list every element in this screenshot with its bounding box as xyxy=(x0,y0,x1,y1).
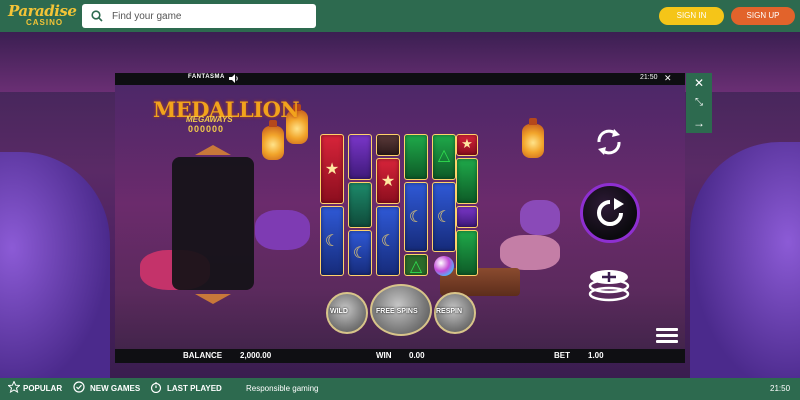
game-subtitle: MEGAWAYS xyxy=(186,115,233,124)
arrow-right-icon[interactable]: → xyxy=(686,113,712,133)
triangle-icon: △ xyxy=(437,147,451,164)
megaways-counter: 000000 xyxy=(188,124,225,134)
menu-icon[interactable] xyxy=(656,328,678,344)
close-game-icon[interactable]: ✕ xyxy=(686,73,712,93)
bet-value: 1.00 xyxy=(588,351,604,360)
collapse-icon[interactable]: ⤡ xyxy=(686,93,712,113)
star-outline-icon xyxy=(8,381,20,393)
purple-symbol xyxy=(348,134,372,180)
moon-icon: ☾ xyxy=(436,209,452,226)
footer-new-games-link[interactable]: NEW GAMES xyxy=(90,384,140,393)
balance-value: 2,000.00 xyxy=(240,351,272,360)
footer-popular-link[interactable]: POPULAR xyxy=(23,384,62,393)
autoplay-icon[interactable] xyxy=(592,126,626,158)
info-panel xyxy=(172,157,254,290)
medallion-label: WILD xyxy=(330,308,348,315)
moon-icon: ☾ xyxy=(408,209,424,226)
footer-clock: 21:50 xyxy=(770,384,791,393)
star-icon: ★ xyxy=(324,161,340,178)
scroll-down-arrow-icon[interactable] xyxy=(195,294,231,304)
new-games-icon xyxy=(73,381,85,393)
medallion-label: FREE SPINS xyxy=(376,308,418,315)
lantern xyxy=(262,120,284,160)
sign-up-button[interactable]: SIGN UP xyxy=(731,7,795,25)
win-value: 0.00 xyxy=(409,351,425,360)
gem-icon xyxy=(434,256,454,276)
triangle-icon: △ xyxy=(409,258,423,275)
red-star-symbol: ★ xyxy=(320,134,344,204)
cushion xyxy=(255,210,310,250)
green-triangle-symbol: △ xyxy=(404,254,428,276)
search-box[interactable] xyxy=(82,4,316,28)
cushion xyxy=(500,235,560,270)
dark-symbol xyxy=(376,134,400,156)
search-icon xyxy=(91,10,103,22)
scroll-up-arrow-icon[interactable] xyxy=(195,145,231,155)
game-side-toolbar: ✕ ⤡ → xyxy=(686,73,712,133)
green-symbol xyxy=(456,158,478,204)
blue-moon-symbol: ☾ xyxy=(320,206,344,276)
moon-icon: ☾ xyxy=(352,245,368,262)
blue-moon-symbol: ☾ xyxy=(432,182,456,252)
game-clock: 21:50 xyxy=(640,74,658,81)
cushion xyxy=(520,200,560,235)
lantern xyxy=(522,118,544,158)
red-star-symbol: ★ xyxy=(376,158,400,204)
star-icon: ★ xyxy=(461,136,473,151)
moon-icon: ☾ xyxy=(380,233,396,250)
balance-label: BALANCE xyxy=(183,351,223,360)
sign-in-button[interactable]: SIGN IN xyxy=(659,7,724,25)
provider-logo: FANTASMA xyxy=(188,74,225,80)
green-symbol xyxy=(404,134,428,180)
win-label: WIN xyxy=(376,351,392,360)
sound-icon[interactable] xyxy=(229,74,239,83)
bet-label: BET xyxy=(554,351,570,360)
logo-subtitle: CASINO xyxy=(26,18,64,27)
medallion-label: RESPIN xyxy=(436,308,463,315)
stopwatch-icon xyxy=(150,382,162,393)
teal-symbol xyxy=(348,182,372,228)
spin-icon xyxy=(597,198,624,226)
red-star-symbol: ★ xyxy=(456,134,478,156)
moon-icon: ☾ xyxy=(324,233,340,250)
star-icon: ★ xyxy=(380,173,396,190)
top-navigation-bar: Paradise CASINO SIGN IN SIGN UP xyxy=(0,0,800,32)
feature-medallions: WILD FREE SPINS RESPIN xyxy=(312,284,496,336)
search-input[interactable] xyxy=(112,7,310,25)
close-icon[interactable]: ✕ xyxy=(664,73,672,84)
blue-moon-symbol: ☾ xyxy=(348,230,372,276)
paradise-casino-logo[interactable]: Paradise CASINO xyxy=(8,2,77,30)
right-curtain xyxy=(690,142,800,378)
bet-coins-icon[interactable] xyxy=(588,266,630,302)
purple-symbol xyxy=(456,206,478,228)
green-symbol xyxy=(456,230,478,276)
green-triangle-symbol: △ xyxy=(432,134,456,180)
footer-responsible-gaming-link[interactable]: Responsible gaming xyxy=(246,384,319,393)
spin-button[interactable] xyxy=(580,183,640,243)
left-curtain xyxy=(0,152,110,378)
blue-moon-symbol: ☾ xyxy=(404,182,428,252)
footer-last-played-link[interactable]: LAST PLAYED xyxy=(167,384,222,393)
blue-moon-symbol: ☾ xyxy=(376,206,400,276)
